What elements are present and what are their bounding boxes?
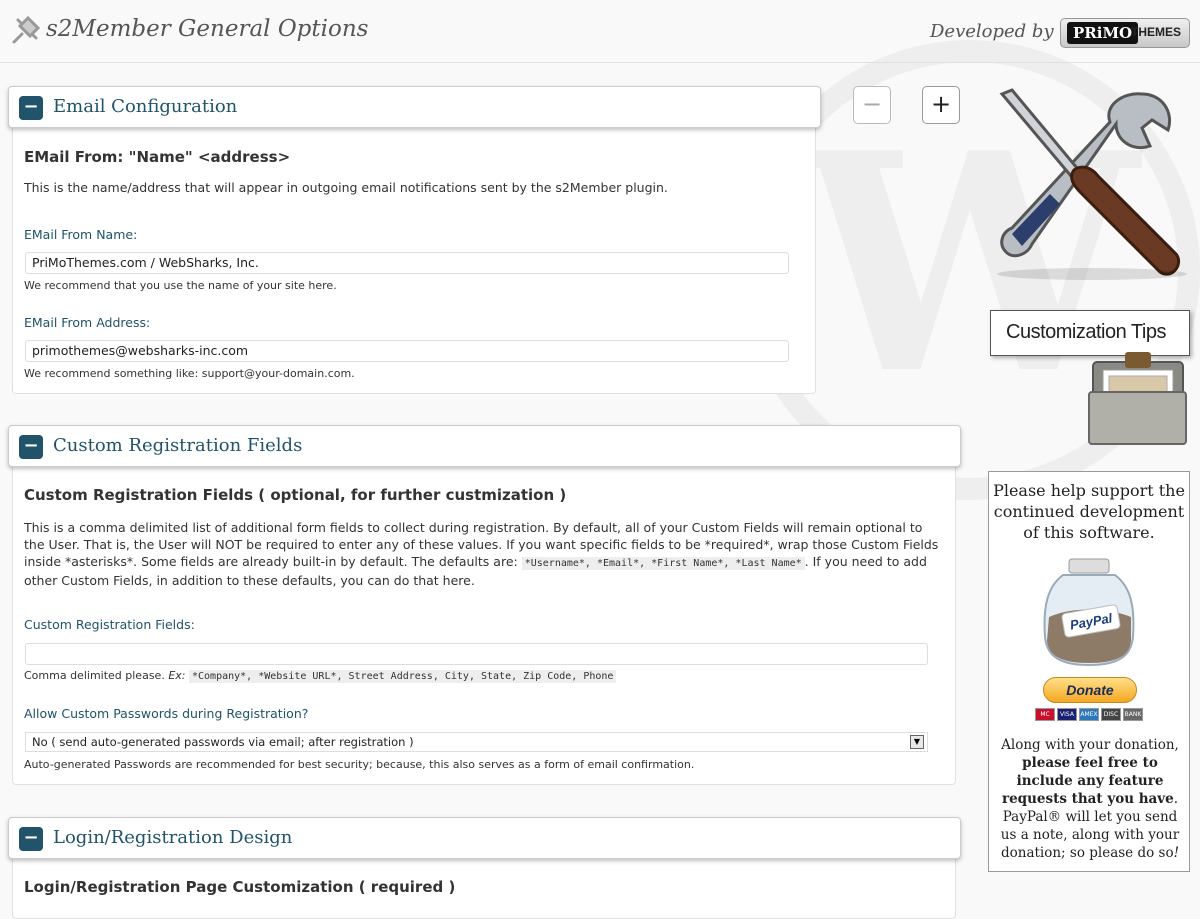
custom-passwords-selected: No ( send auto-generated passwords via e… xyxy=(32,735,414,749)
email-config-header[interactable]: − Email Configuration xyxy=(8,86,821,128)
custom-reg-fields-input[interactable] xyxy=(25,643,928,665)
email-config-body: EMail From: "Name" <address> This is the… xyxy=(12,128,816,394)
custom-reg-fields-body: Custom Registration Fields ( optional, f… xyxy=(12,467,956,785)
email-config-toggle[interactable]: − xyxy=(19,96,43,120)
page-title: s2Member General Options xyxy=(46,16,369,42)
login-design-toggle[interactable]: − xyxy=(19,827,43,851)
default-fields-code: *Username*, *Email*, *First Name*, *Last… xyxy=(521,557,805,570)
card-mastercard-icon: MC xyxy=(1035,708,1055,721)
email-from-name-label: EMail From Name: xyxy=(24,227,138,242)
email-from-address-label: EMail From Address: xyxy=(24,315,151,330)
email-from-description: This is the name/address that will appea… xyxy=(24,180,668,195)
custom-reg-fields-label: Custom Registration Fields: xyxy=(24,617,195,632)
custom-reg-fields-toggle[interactable]: − xyxy=(19,435,43,459)
payment-cards: MC VISA AMEX DISC BANK xyxy=(1035,708,1145,724)
logo-text-themes: THEMES xyxy=(1131,25,1182,39)
donation-box: Please help support the continued develo… xyxy=(988,471,1190,872)
login-design-body: Login/Registration Page Customization ( … xyxy=(12,859,956,919)
custom-passwords-label: Allow Custom Passwords during Registrati… xyxy=(24,706,309,721)
collapse-all-button[interactable]: − xyxy=(853,86,891,124)
support-lead-text: Please help support the continued develo… xyxy=(993,481,1185,542)
card-bank-icon: BANK xyxy=(1123,708,1143,721)
customization-tips-title: Customization Tips xyxy=(1006,321,1166,343)
login-design-title[interactable]: Login/Registration Design xyxy=(53,827,292,848)
custom-reg-fields-note: Comma delimited please. Ex: *Company*, *… xyxy=(24,669,617,683)
email-config-title[interactable]: Email Configuration xyxy=(53,96,237,117)
custom-passwords-note: Auto-generated Passwords are recommended… xyxy=(24,758,695,771)
email-from-address-note: We recommend something like: support@you… xyxy=(24,367,355,380)
login-design-header[interactable]: − Login/Registration Design xyxy=(8,817,961,859)
card-amex-icon: AMEX xyxy=(1079,708,1099,721)
custom-reg-fields-description: This is a comma delimited list of additi… xyxy=(24,520,939,588)
custom-passwords-select[interactable]: No ( send auto-generated passwords via e… xyxy=(25,732,928,752)
card-visa-icon: VISA xyxy=(1057,708,1077,721)
support-note-text: Along with your donation, please feel fr… xyxy=(1000,737,1180,861)
dropdown-arrow-icon[interactable]: ▼ xyxy=(910,735,924,749)
login-design-heading: Login/Registration Page Customization ( … xyxy=(24,878,456,896)
folder-icon xyxy=(1088,352,1187,445)
email-from-name-input[interactable]: PriMoThemes.com / WebSharks, Inc. xyxy=(25,252,789,274)
email-from-address-input[interactable]: primothemes@websharks-inc.com xyxy=(25,340,789,362)
card-discover-icon: DISC xyxy=(1101,708,1121,721)
expand-all-button[interactable]: + xyxy=(922,86,960,124)
custom-reg-fields-header[interactable]: − Custom Registration Fields xyxy=(8,425,961,467)
email-from-name-note: We recommend that you use the name of yo… xyxy=(24,279,337,292)
developed-by-label: Developed by xyxy=(930,21,1054,42)
primothemes-logo[interactable]: PRiMO THEMES xyxy=(1060,18,1190,48)
plugin-icon xyxy=(12,15,41,44)
logo-text-primo: PRiMO xyxy=(1067,22,1139,44)
donate-button[interactable]: Donate xyxy=(1043,677,1137,703)
custom-reg-fields-heading: Custom Registration Fields ( optional, f… xyxy=(24,486,567,504)
email-from-heading: EMail From: "Name" <address> xyxy=(24,148,291,166)
custom-reg-fields-title[interactable]: Custom Registration Fields xyxy=(53,435,302,456)
paypal-jar-icon: PayPal xyxy=(1043,558,1135,667)
page-header: s2Member General Options Developed by PR… xyxy=(0,0,1200,63)
tools-icon xyxy=(997,88,1187,280)
